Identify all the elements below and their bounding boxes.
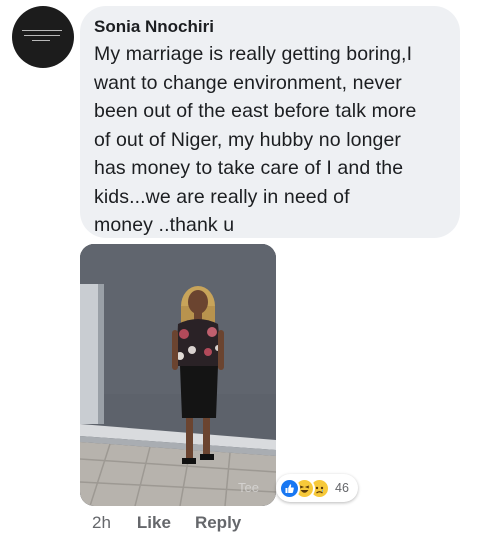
watermark-text: Tee	[238, 480, 259, 495]
like-button[interactable]: Like	[137, 513, 171, 533]
comment-thread: Sonia Nnochiri My marriage is really get…	[0, 0, 480, 542]
comment-line: of out of Niger, my hubby no longer	[94, 128, 402, 151]
comment-line: kids...we are really in need of	[94, 185, 350, 208]
comment-bubble: Sonia Nnochiri My marriage is really get…	[80, 6, 460, 238]
reaction-count: 46	[335, 481, 349, 495]
author-name[interactable]: Sonia Nnochiri	[94, 16, 446, 38]
comment-line: money ..thank u	[94, 214, 235, 236]
reply-button[interactable]: Reply	[195, 513, 241, 533]
comment-line: has money to take care of I and the	[94, 157, 404, 179]
photo-attachment[interactable]: Tee	[80, 244, 276, 506]
comment-line: been out of the east before talk more	[94, 100, 417, 122]
like-icon	[279, 477, 300, 499]
comment-timestamp[interactable]: 2h	[92, 513, 111, 533]
avatar[interactable]	[12, 6, 74, 68]
comment-line: My marriage is really getting boring,I	[94, 43, 413, 65]
comment-actions: 2h Like Reply	[92, 513, 265, 533]
reactions-summary[interactable]: 46	[276, 474, 358, 502]
comment-line: want to change environment, never	[94, 71, 402, 94]
comment-text: My marriage is really getting boring,I w…	[94, 40, 446, 240]
